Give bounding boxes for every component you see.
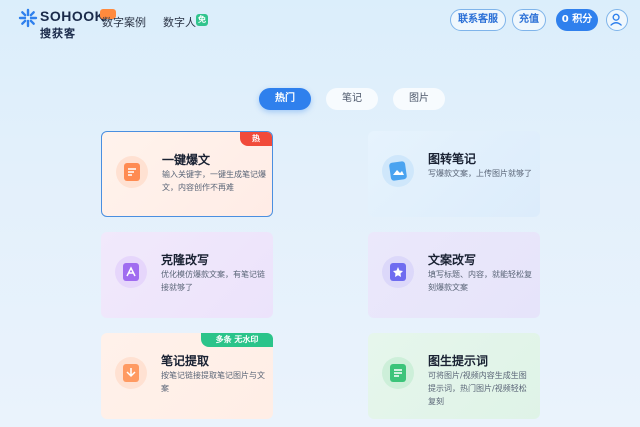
card-description: 按笔记链接提取笔记图片与文案 <box>161 371 265 393</box>
free-badge: 免 <box>196 14 208 26</box>
nav-digital-human[interactable]: 数字人 <box>163 14 196 30</box>
card-copy-rewrite[interactable]: 文案改写 填写标题、内容，就能轻松复刻爆款文案 <box>368 232 540 318</box>
card-note-extract[interactable]: 多条 无水印 笔记提取 按笔记链接提取笔记图片与文案 <box>101 333 273 419</box>
card-title: 一键爆文 <box>162 153 211 167</box>
card-title: 克隆改写 <box>161 253 210 267</box>
card-description: 输入关键字，一键生成笔记爆文，内容创作不再难 <box>162 170 266 192</box>
card-one-click-article[interactable]: 热 一键爆文 输入关键字，一键生成笔记爆文，内容创作不再难 <box>101 131 273 217</box>
logo-icon <box>18 8 38 28</box>
top-header: SOHOOK 搜获客 数字案例 数字人 免 联系客服 充值 0 积分 <box>0 0 640 44</box>
card-description: 填写标题、内容，就能轻松复刻爆款文案 <box>428 270 532 292</box>
card-image-to-note[interactable]: 图转笔记 写爆款文案，上传图片就够了 <box>368 131 540 217</box>
logo[interactable]: SOHOOK 搜获客 <box>18 6 105 40</box>
card-title: 图转笔记 <box>428 152 477 166</box>
hot-badge: 热 <box>240 132 272 146</box>
tab-images[interactable]: 图片 <box>393 88 445 110</box>
card-title: 图生提示词 <box>428 354 489 368</box>
card-description: 优化模仿爆款文案，有笔记链接就够了 <box>161 270 265 292</box>
tab-notes[interactable]: 笔记 <box>326 88 378 110</box>
user-avatar-button[interactable] <box>606 9 628 31</box>
card-description: 写爆款文案，上传图片就够了 <box>428 169 532 178</box>
prompt-icon <box>382 357 414 389</box>
contact-service-button[interactable]: 联系客服 <box>450 9 506 31</box>
card-title: 笔记提取 <box>161 354 210 368</box>
clone-icon <box>115 256 147 288</box>
card-title: 文案改写 <box>428 253 477 267</box>
card-description: 可将图片/视频内容生成生图提示词，热门图片/视频轻松复刻 <box>428 371 527 406</box>
nav-cases[interactable]: 数字案例 <box>102 14 146 30</box>
image-note-icon <box>382 155 414 187</box>
logo-chinese: 搜获客 <box>40 27 76 40</box>
extract-icon <box>115 357 147 389</box>
points-button[interactable]: 0 积分 <box>556 9 598 31</box>
logo-wordmark: SOHOOK <box>40 8 106 24</box>
multi-no-watermark-badge: 多条 无水印 <box>201 333 273 347</box>
tab-hot[interactable]: 热门 <box>259 88 311 110</box>
card-clone-rewrite[interactable]: 克隆改写 优化模仿爆款文案，有笔记链接就够了 <box>101 232 273 318</box>
user-icon <box>610 13 622 26</box>
recharge-button[interactable]: 充值 <box>512 9 546 31</box>
document-icon <box>116 156 148 188</box>
rewrite-icon <box>382 256 414 288</box>
card-image-prompt[interactable]: 图生提示词 可将图片/视频内容生成生图提示词，热门图片/视频轻松复刻 <box>368 333 540 419</box>
